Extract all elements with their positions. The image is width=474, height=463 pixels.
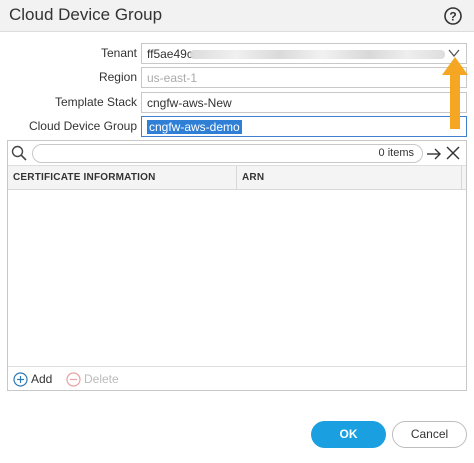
grid-search-input[interactable]: 0 items [32,144,423,163]
close-icon[interactable] [446,146,460,160]
tenant-value: ff5ae49c [147,47,193,61]
add-button[interactable]: Add [13,371,52,387]
cloud-device-group-label: Cloud Device Group [28,119,137,133]
cloud-device-group-dialog: Cloud Device Group ? Tenant ff5ae49c Reg… [0,0,474,463]
minus-circle-icon [66,371,81,387]
column-header-arn[interactable]: ARN [237,166,462,190]
region-row: Region us-east-1 [0,67,474,89]
tenant-row: Tenant ff5ae49c [0,43,474,65]
tenant-redacted [190,50,445,59]
grid-footer: Add Delete [8,366,466,390]
search-icon [11,145,27,161]
column-header-certificate-information[interactable]: CERTIFICATE INFORMATION [8,166,237,190]
delete-label: Delete [84,372,119,386]
region-field: us-east-1 [141,67,467,88]
tenant-label: Tenant [100,46,137,60]
items-count: 0 items [378,147,414,159]
cloud-device-group-row: Cloud Device Group cngfw-aws-demo [0,116,474,138]
svg-text:?: ? [449,10,456,24]
add-label: Add [31,372,53,386]
template-stack-label: Template Stack [54,95,137,109]
tenant-select[interactable]: ff5ae49c [141,43,467,64]
template-stack-field[interactable]: cngfw-aws-New [141,92,467,113]
plus-circle-icon [13,371,28,387]
annotation-arrow-icon [442,57,468,129]
grid-toolbar: 0 items [8,141,466,166]
certificate-grid: 0 items CERTIFICATE INFORMATION ARN Add … [7,140,467,391]
dialog-titlebar: Cloud Device Group ? [0,0,474,32]
grid-header: CERTIFICATE INFORMATION ARN [8,166,466,190]
delete-button: Delete [66,371,119,387]
cancel-button[interactable]: Cancel [392,421,467,448]
question-circle-icon[interactable]: ? [443,6,463,26]
dialog-title: Cloud Device Group [9,5,163,24]
region-label: Region [98,70,137,84]
arrow-right-icon[interactable] [426,146,442,162]
ok-button[interactable]: OK [311,421,386,448]
grid-body [8,190,466,366]
cloud-device-group-value: cngfw-aws-demo [147,120,242,134]
template-stack-row: Template Stack cngfw-aws-New [0,92,474,114]
cloud-device-group-field[interactable]: cngfw-aws-demo [141,116,467,137]
